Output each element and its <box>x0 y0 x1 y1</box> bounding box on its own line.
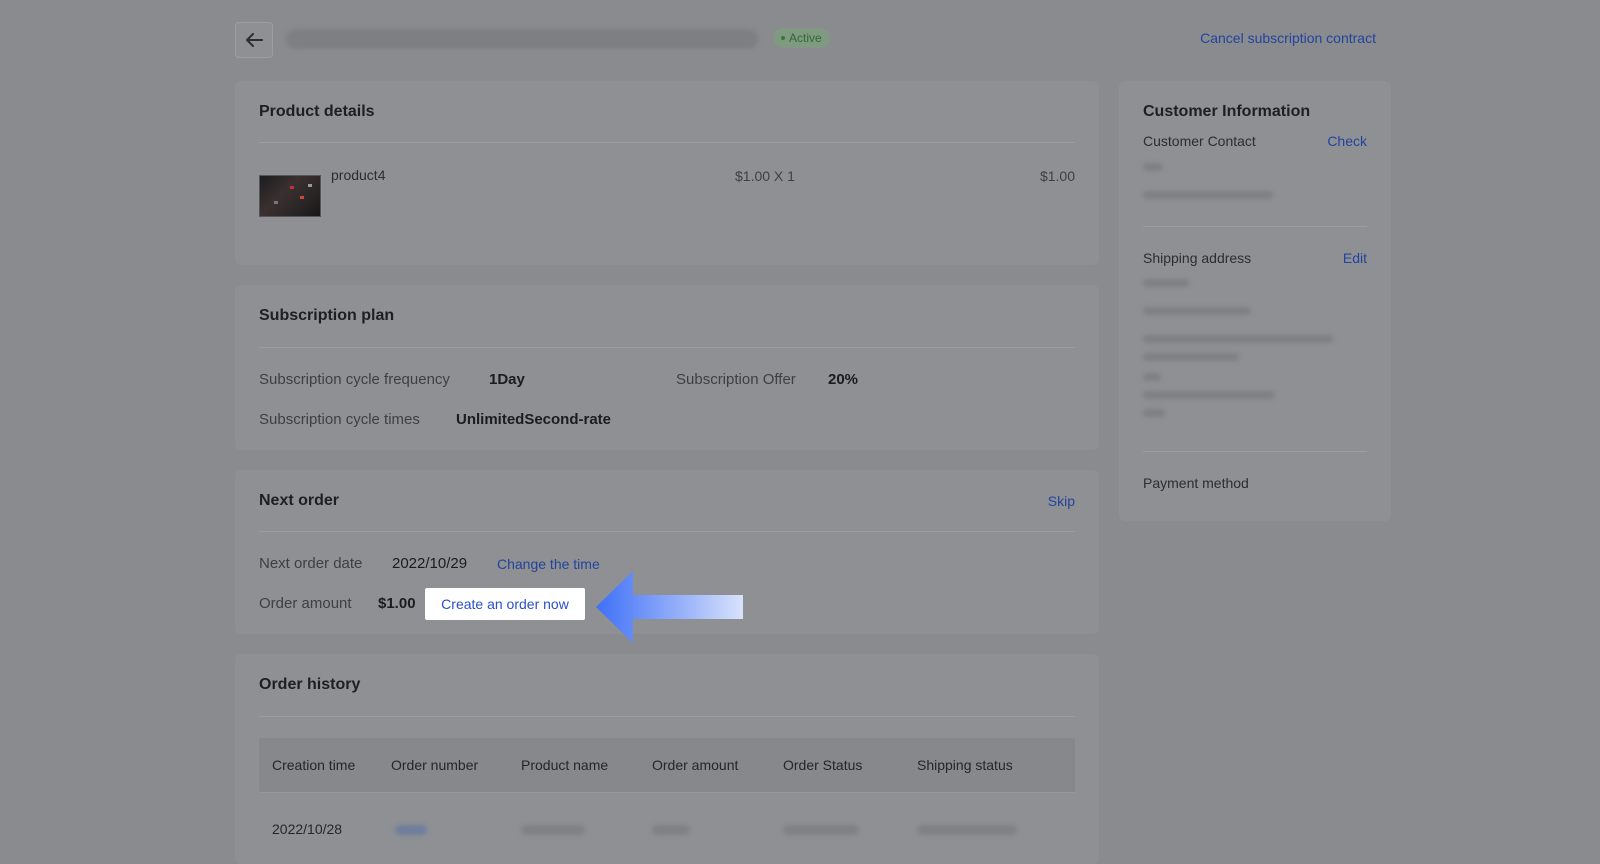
address-line-redacted <box>1143 409 1165 417</box>
status-badge: Active <box>773 28 830 48</box>
product-details-card: Product details product4 $1.00 X 1 $1.00 <box>235 81 1099 265</box>
edit-link[interactable]: Edit <box>1343 250 1367 266</box>
column-order-status: Order Status <box>783 757 863 773</box>
subscription-plan-card: Subscription plan Subscription cycle fre… <box>235 285 1099 450</box>
order-amount-value: $1.00 <box>378 595 416 612</box>
row-order-number-redacted[interactable] <box>395 825 427 835</box>
customer-information-title: Customer Information <box>1143 103 1311 120</box>
check-link[interactable]: Check <box>1327 133 1367 149</box>
customer-contact-label: Customer Contact <box>1143 133 1256 149</box>
product-total: $1.00 <box>1039 168 1075 184</box>
row-order-status-redacted <box>783 825 859 835</box>
cycle-times-label: Subscription cycle times <box>259 411 420 428</box>
contract-title-redacted <box>286 29 758 49</box>
order-amount-label: Order amount <box>259 595 352 612</box>
change-time-link[interactable]: Change the time <box>497 556 600 572</box>
cycle-times-value: UnlimitedSecond-rate <box>456 411 612 428</box>
skip-link[interactable]: Skip <box>1048 493 1075 509</box>
divider <box>259 716 1075 717</box>
address-line-redacted <box>1143 373 1161 381</box>
subscription-offer-label: Subscription Offer <box>676 371 796 388</box>
back-arrow-icon <box>246 33 263 47</box>
customer-information-card: Customer Information Customer Contact Ch… <box>1119 81 1391 521</box>
address-line-redacted <box>1143 335 1333 343</box>
status-label: Active <box>789 31 822 45</box>
cycle-frequency-value: 1Day <box>489 371 525 388</box>
cancel-subscription-link[interactable]: Cancel subscription contract <box>1200 30 1376 46</box>
divider <box>259 531 1075 532</box>
order-history-title: Order history <box>259 676 361 693</box>
product-price-quantity: $1.00 X 1 <box>735 168 795 184</box>
divider <box>1143 226 1367 227</box>
address-line-redacted <box>1143 391 1275 399</box>
column-order-amount: Order amount <box>652 757 739 773</box>
divider <box>259 347 1075 348</box>
column-creation-time: Creation time <box>272 757 356 773</box>
row-product-name-redacted <box>521 825 585 835</box>
column-order-number: Order number <box>391 757 479 773</box>
row-shipping-status-redacted <box>917 825 1017 835</box>
shipping-address-label: Shipping address <box>1143 250 1252 266</box>
row-order-amount-redacted <box>652 825 690 835</box>
top-bar: Active Cancel subscription contract <box>0 0 1600 78</box>
table-row[interactable]: 2022/10/28 <box>259 792 1075 863</box>
product-thumbnail <box>259 175 321 217</box>
contact-line-redacted <box>1143 163 1163 171</box>
arrow-pointer-icon <box>596 571 743 643</box>
column-shipping-status: Shipping status <box>917 757 1013 773</box>
divider <box>1143 451 1367 452</box>
create-order-now-button[interactable]: Create an order now <box>425 588 585 620</box>
address-line-redacted <box>1143 353 1239 361</box>
contact-email-redacted <box>1143 191 1273 199</box>
next-order-date-value: 2022/10/29 <box>392 555 468 572</box>
address-line-redacted <box>1143 307 1251 315</box>
subscription-offer-value: 20% <box>828 371 859 388</box>
next-order-date-label: Next order date <box>259 555 363 572</box>
column-product-name: Product name <box>521 757 609 773</box>
table-header: Creation time Order number Product name … <box>259 738 1075 792</box>
address-line-redacted <box>1143 279 1189 287</box>
divider <box>259 142 1075 143</box>
payment-method-label: Payment method <box>1143 475 1249 491</box>
cycle-frequency-label: Subscription cycle frequency <box>259 371 450 388</box>
status-dot-icon <box>781 36 785 40</box>
back-button[interactable] <box>235 22 273 58</box>
row-creation-time: 2022/10/28 <box>272 821 343 837</box>
product-name: product4 <box>331 167 386 183</box>
order-history-card: Order history Creation time Order number… <box>235 654 1099 864</box>
subscription-plan-title: Subscription plan <box>259 307 395 324</box>
product-details-title: Product details <box>259 103 375 120</box>
next-order-title: Next order <box>259 492 340 509</box>
